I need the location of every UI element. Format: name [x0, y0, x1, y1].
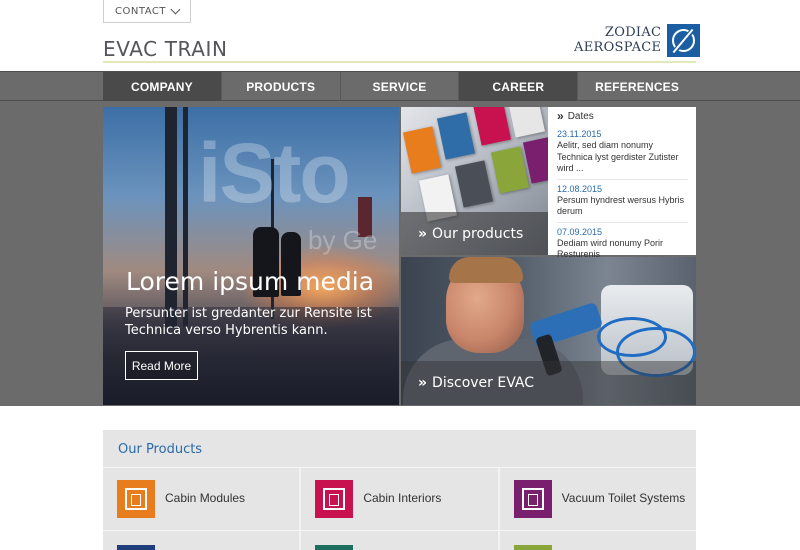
logo-mark-icon	[667, 23, 701, 57]
date-text: Aelitr, sed diam nonumy Technica lyst ge…	[557, 140, 679, 173]
nav-item-career[interactable]: CAREER	[458, 72, 578, 108]
product-card-image	[506, 107, 546, 138]
date-value: 12.08.2015	[557, 183, 603, 194]
page: CONTACT EVAC TRAIN ZODIAC AEROSPACE COMP…	[0, 0, 800, 550]
hero-slide[interactable]: iSto by Ge Lorem ipsum media Persunter i…	[103, 107, 399, 405]
our-products-label: Our products	[432, 225, 524, 242]
date-value: 07.09.2015	[557, 226, 603, 237]
product-icon	[315, 545, 354, 550]
discover-caption: » Discover EVAC	[401, 361, 696, 405]
date-text: Persum hyndrest wersus Hybris derum	[557, 194, 685, 217]
discover-label: Discover EVAC	[432, 375, 535, 391]
dates-heading: » Dates	[557, 107, 688, 125]
hero-subtitle: Persunter ist gredanter zur Rensite ist …	[125, 306, 372, 338]
hero-watermark: iSto	[198, 126, 351, 220]
logo-line-1: ZODIAC	[604, 25, 662, 40]
brand-title[interactable]: EVAC TRAIN	[103, 37, 228, 61]
product-item-vacuum-toilet[interactable]: Vacuum Toilet Systems	[497, 468, 696, 530]
products-section-title: Our Products	[118, 442, 203, 457]
logo-text: ZODIAC AEROSPACE	[574, 25, 661, 55]
products-row: Cabin Modules Cabin Interiors Vacuum Toi…	[103, 468, 696, 530]
product-card-image	[402, 126, 442, 174]
contact-dropdown[interactable]: CONTACT	[103, 0, 191, 23]
nav-item-service[interactable]: SERVICE	[339, 72, 459, 101]
our-products-caption: » Our products	[401, 212, 548, 255]
vacuum-toilet-icon	[513, 480, 552, 518]
product-icon	[117, 545, 155, 550]
product-label: Cabin Modules	[165, 491, 246, 505]
products-row	[103, 531, 696, 550]
date-entry[interactable]: 12.08.2015 Persum hyndrest wersus Hybris…	[557, 180, 688, 223]
chevron-down-icon	[170, 4, 181, 14]
cabin-interiors-icon	[315, 480, 354, 518]
product-item-cabin-interiors[interactable]: Cabin Interiors	[299, 468, 497, 530]
product-label: Cabin Interiors	[363, 491, 442, 505]
product-card-image	[472, 107, 512, 146]
hero-title: Lorem ipsum media	[126, 267, 375, 296]
dates-heading-label: Dates	[567, 110, 594, 122]
nav-item-products[interactable]: PRODUCTS	[220, 72, 340, 101]
double-chevron-icon: »	[557, 109, 564, 123]
product-label: Vacuum Toilet Systems	[561, 491, 686, 505]
logo-line-2: AEROSPACE	[574, 40, 662, 55]
our-products-tile[interactable]: » Our products	[401, 107, 548, 255]
product-item[interactable]	[299, 531, 497, 550]
cabin-modules-icon	[117, 480, 155, 518]
brand-underline	[103, 61, 696, 63]
worker-hair	[449, 257, 523, 283]
product-item[interactable]	[103, 531, 299, 550]
double-chevron-icon: »	[418, 225, 428, 242]
hero-watermark-small: by Ge	[308, 225, 378, 255]
main-nav: COMPANY PRODUCTS SERVICE CAREER REFERENC…	[0, 71, 800, 108]
date-value: 23.11.2015	[557, 129, 602, 139]
double-chevron-icon: »	[418, 375, 428, 391]
dates-panel: » Dates 23.11.2015 Aelitr, sed diam nonu…	[548, 107, 696, 259]
product-card-image	[436, 112, 476, 160]
our-products-section: Our Products Cabin Modules Cabin Interio…	[103, 430, 696, 550]
product-icon	[513, 545, 552, 550]
product-card-image	[454, 160, 494, 208]
discover-evac-tile[interactable]: » Discover EVAC	[401, 257, 696, 405]
product-card-image	[490, 146, 530, 194]
nav-item-company[interactable]: COMPANY	[103, 72, 221, 108]
zodiac-logo[interactable]: ZODIAC AEROSPACE	[574, 23, 701, 57]
nav-item-references[interactable]: REFERENCES	[577, 72, 696, 101]
read-more-button[interactable]: Read More	[125, 351, 198, 380]
product-item-cabin-modules[interactable]: Cabin Modules	[103, 468, 299, 530]
contact-label: CONTACT	[115, 5, 166, 17]
product-item[interactable]	[497, 531, 696, 550]
date-entry[interactable]: 23.11.2015 Aelitr, sed diam nonumy Techn…	[557, 125, 688, 180]
